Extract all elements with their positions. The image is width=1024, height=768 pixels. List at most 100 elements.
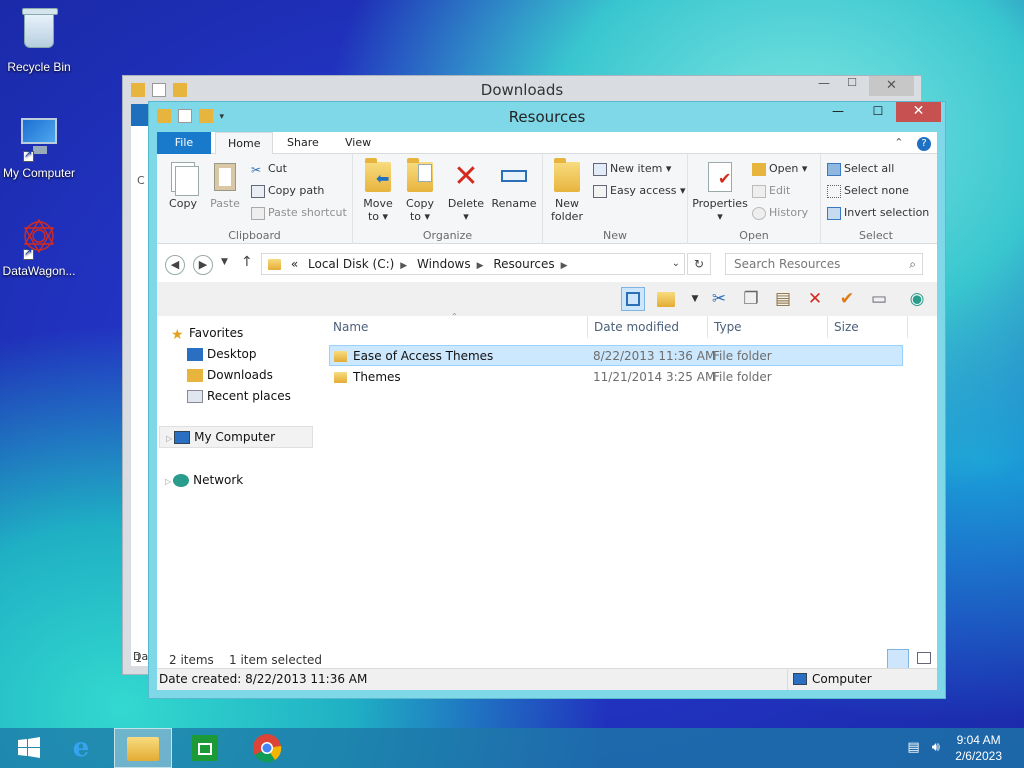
delete-icon[interactable]: ✕ bbox=[803, 287, 827, 311]
breadcrumb-overflow[interactable]: « bbox=[291, 257, 298, 271]
column-header-size[interactable]: Size bbox=[834, 320, 859, 334]
chevron-down-icon[interactable]: ▼ bbox=[683, 287, 707, 311]
paste-shortcut-label: Paste shortcut bbox=[268, 206, 347, 219]
desktop-icon-my-computer[interactable]: My Computer bbox=[0, 112, 78, 180]
date-created: Date created: 8/22/2013 11:36 AM bbox=[159, 672, 368, 686]
minimize-button[interactable]: — bbox=[825, 102, 851, 122]
taskbar-store[interactable] bbox=[176, 728, 234, 768]
resources-titlebar[interactable]: ▾ Resources — ☐ ✕ bbox=[149, 102, 945, 130]
expand-icon[interactable]: ▷ bbox=[165, 477, 171, 486]
paste-shortcut-button[interactable]: Paste shortcut bbox=[251, 206, 347, 220]
invert-selection-button[interactable]: Invert selection bbox=[827, 206, 929, 220]
column-header-name[interactable]: Name bbox=[333, 320, 368, 334]
help-icon[interactable]: ? bbox=[917, 137, 931, 151]
history-label: History bbox=[769, 206, 809, 219]
tab-home[interactable]: Home bbox=[215, 132, 274, 155]
taskbar-clock[interactable]: 9:04 AM 2/6/2023 bbox=[955, 732, 1002, 764]
resources-window[interactable]: ▾ Resources — ☐ ✕ File Home Share View ⌃… bbox=[148, 101, 946, 699]
network-status-icon[interactable]: ▤ bbox=[907, 740, 919, 755]
column-divider[interactable] bbox=[907, 316, 908, 338]
tab-file[interactable]: File bbox=[157, 132, 211, 154]
file-name: Ease of Access Themes bbox=[353, 349, 494, 363]
desktop-icon-datawagon[interactable]: DataWagon... bbox=[0, 216, 78, 278]
back-button[interactable]: ◀ bbox=[165, 255, 185, 275]
refresh-button[interactable]: ↻ bbox=[687, 253, 711, 275]
forward-button[interactable]: ▶ bbox=[193, 255, 213, 275]
copy-path-label: Copy path bbox=[268, 184, 325, 197]
recent-locations-button[interactable]: ▼ bbox=[221, 257, 228, 267]
column-divider[interactable] bbox=[707, 316, 708, 338]
rename-button[interactable]: Rename bbox=[491, 160, 537, 210]
chevron-right-icon[interactable]: ▶ bbox=[561, 261, 568, 271]
chevron-right-icon[interactable]: ▶ bbox=[477, 261, 484, 271]
maximize-button[interactable]: ☐ bbox=[865, 102, 891, 122]
easy-access-button[interactable]: Easy access ▾ bbox=[593, 184, 686, 198]
close-button[interactable]: ✕ bbox=[896, 102, 941, 122]
nav-my-computer[interactable]: ▷ My Computer bbox=[159, 426, 313, 448]
rename-icon[interactable]: ▭ bbox=[867, 287, 891, 311]
select-none-button[interactable]: Select none bbox=[827, 184, 909, 198]
volume-icon[interactable]: 🔊︎ bbox=[932, 740, 940, 755]
properties-button[interactable]: ✔ Properties ▾ bbox=[692, 160, 748, 223]
chevron-right-icon[interactable]: ▶ bbox=[400, 261, 407, 271]
breadcrumb-windows[interactable]: Windows bbox=[417, 257, 471, 271]
paste-button[interactable]: Paste bbox=[207, 160, 243, 210]
large-icons-view-icon[interactable] bbox=[917, 652, 931, 664]
start-button[interactable] bbox=[0, 728, 58, 768]
search-input[interactable]: Search Resources ⌕ bbox=[725, 253, 923, 275]
minimize-button[interactable]: — bbox=[811, 76, 837, 96]
address-bar[interactable]: « Local Disk (C:) ▶ Windows ▶ Resources ▶ ⌄ bbox=[261, 253, 685, 275]
column-header-date[interactable]: Date modified bbox=[594, 320, 679, 334]
collapse-ribbon-icon[interactable]: ⌃ bbox=[894, 136, 903, 149]
taskbar-internet-explorer[interactable]: e bbox=[52, 728, 110, 768]
copy-icon[interactable]: ❐ bbox=[739, 287, 763, 311]
copy-button[interactable]: Copy bbox=[165, 160, 201, 210]
desktop-icon-recycle-bin[interactable]: Recycle Bin bbox=[0, 6, 78, 74]
column-divider[interactable] bbox=[827, 316, 828, 338]
taskbar-chrome[interactable] bbox=[238, 728, 296, 768]
table-row[interactable]: Ease of Access Themes 8/22/2013 11:36 AM… bbox=[329, 345, 903, 366]
delete-button[interactable]: ✕ Delete ▾ bbox=[447, 160, 485, 224]
preview-pane-icon[interactable] bbox=[621, 287, 645, 311]
history-icon bbox=[752, 206, 766, 220]
table-row[interactable]: Themes 11/21/2014 3:25 AM File folder bbox=[329, 367, 903, 388]
breadcrumb-resources[interactable]: Resources bbox=[493, 257, 554, 271]
copy-to-button[interactable]: Copy to ▾ bbox=[401, 158, 439, 223]
history-button[interactable]: History bbox=[752, 206, 808, 220]
chevron-down-icon[interactable]: ⌄ bbox=[672, 254, 680, 274]
cut-icon[interactable]: ✂ bbox=[707, 287, 731, 311]
nav-network[interactable]: ▷ Network bbox=[165, 473, 243, 487]
maximize-button[interactable]: ☐ bbox=[839, 76, 865, 96]
select-all-icon bbox=[827, 162, 841, 176]
nav-downloads[interactable]: Downloads bbox=[187, 368, 273, 382]
column-divider[interactable] bbox=[587, 316, 588, 338]
nav-recent-places[interactable]: Recent places bbox=[187, 389, 291, 403]
move-to-button[interactable]: ⬅ Move to ▾ bbox=[359, 158, 397, 223]
rename-label: Rename bbox=[491, 197, 537, 210]
globe-icon[interactable]: ◉ bbox=[905, 287, 929, 311]
chrome-icon bbox=[253, 734, 282, 763]
downloads-titlebar[interactable]: Downloads — ☐ ✕ bbox=[123, 76, 921, 104]
nav-favorites[interactable]: ★ Favorites bbox=[171, 326, 243, 343]
tab-share[interactable]: Share bbox=[275, 132, 331, 154]
expand-icon[interactable]: ▷ bbox=[166, 434, 172, 443]
column-header-type[interactable]: Type bbox=[714, 320, 742, 334]
taskbar-file-explorer[interactable] bbox=[114, 728, 172, 768]
details-view-icon[interactable] bbox=[887, 649, 909, 669]
checkmark-icon[interactable]: ✔ bbox=[835, 287, 859, 311]
tab-view[interactable]: View bbox=[333, 132, 383, 154]
open-button[interactable]: Open ▾ bbox=[752, 162, 807, 176]
cut-button[interactable]: ✂ Cut bbox=[251, 162, 287, 177]
folder-view-icon[interactable] bbox=[657, 287, 681, 311]
new-folder-button[interactable]: New folder bbox=[547, 158, 587, 223]
up-button[interactable]: ↑ bbox=[241, 254, 253, 270]
breadcrumb-local-disk[interactable]: Local Disk (C:) bbox=[308, 257, 394, 271]
close-button[interactable]: ✕ bbox=[869, 76, 914, 96]
nav-desktop[interactable]: Desktop bbox=[187, 347, 257, 361]
new-item-button[interactable]: New item ▾ bbox=[593, 162, 671, 176]
group-organize: ⬅ Move to ▾ Copy to ▾ ✕ Delete ▾ Rename Org… bbox=[353, 154, 543, 244]
paste-icon[interactable]: ▤ bbox=[771, 287, 795, 311]
copy-path-button[interactable]: Copy path bbox=[251, 184, 324, 198]
edit-button[interactable]: Edit bbox=[752, 184, 790, 198]
select-all-button[interactable]: Select all bbox=[827, 162, 894, 176]
